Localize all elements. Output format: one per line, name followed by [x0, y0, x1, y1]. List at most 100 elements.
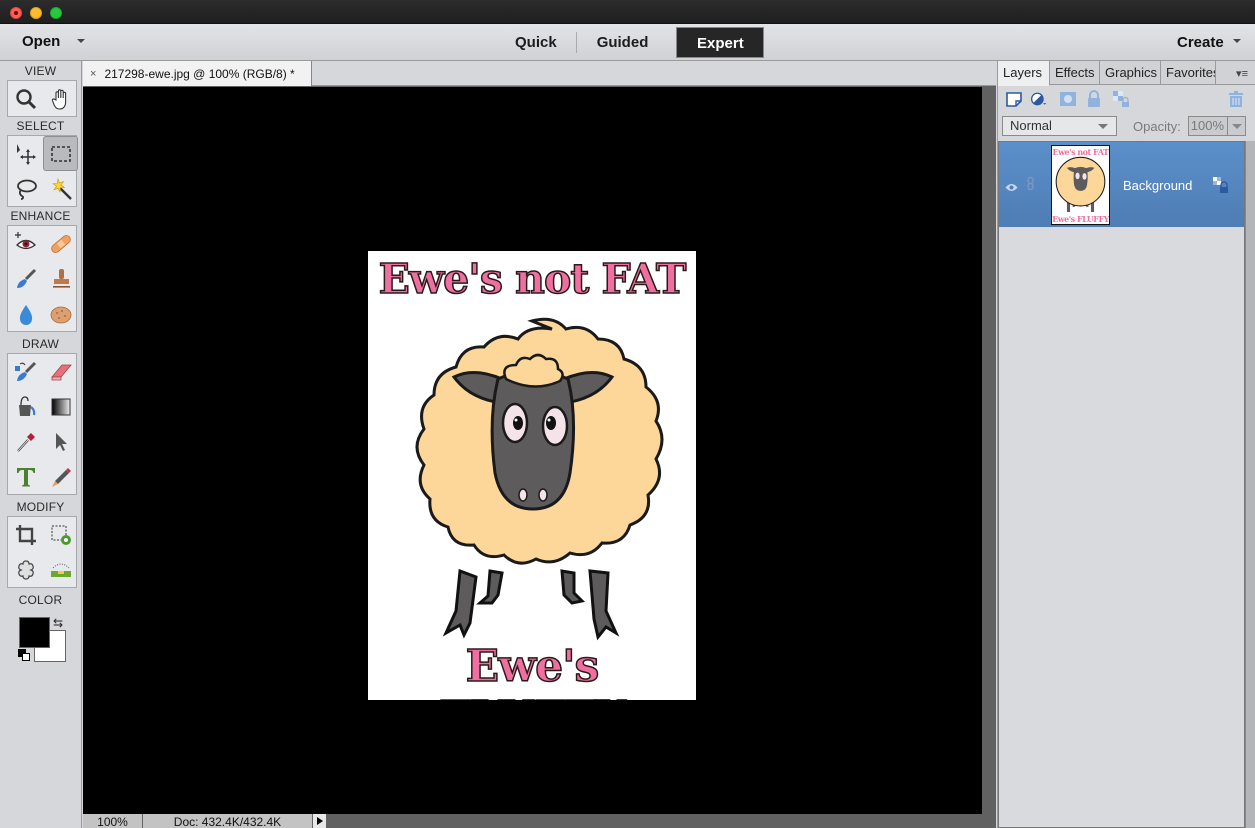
blend-mode-select[interactable]: Normal	[1002, 116, 1117, 136]
thumbnail-bottom-text: Ewe's FLUFFY	[1052, 214, 1109, 224]
sponge-tool[interactable]	[43, 296, 78, 331]
foreground-color-swatch[interactable]	[19, 617, 50, 648]
marquee-icon	[50, 145, 71, 162]
app-bar: Open Quick Guided Expert Create	[0, 24, 1255, 61]
magic-wand-tool[interactable]	[43, 171, 78, 206]
document-area: × 217298-ewe.jpg @ 100% (RGB/8) * Ewe's …	[83, 61, 996, 828]
zoom-window-button[interactable]	[50, 7, 62, 19]
brush-icon	[14, 361, 36, 381]
rectangular-marquee-tool[interactable]	[43, 136, 78, 171]
close-tab-icon[interactable]: ×	[90, 68, 96, 80]
close-window-button[interactable]	[10, 7, 22, 19]
crop-tool[interactable]	[8, 517, 43, 552]
mode-quick[interactable]: Quick	[495, 27, 577, 58]
swap-colors-icon[interactable]: ⇆	[53, 616, 63, 630]
opacity-input[interactable]: 100%	[1188, 116, 1228, 136]
tool-group-draw	[7, 353, 77, 495]
red-eye-tool[interactable]	[8, 226, 43, 261]
lock-icon	[1088, 90, 1100, 107]
recompose-icon	[51, 525, 71, 545]
visibility-eye-icon[interactable]	[1005, 179, 1018, 191]
straighten-tool[interactable]	[43, 552, 78, 587]
tab-favorites[interactable]: Favorites	[1161, 61, 1216, 85]
canvas[interactable]: Ewe's not FAT Ewe's FLUFFY	[83, 87, 982, 814]
lasso-tool[interactable]	[8, 171, 43, 206]
delete-layer-button[interactable]	[1227, 90, 1245, 108]
link-icon[interactable]	[1027, 176, 1034, 191]
arrow-cursor-icon	[55, 432, 67, 451]
lock-transparency-icon	[1113, 91, 1129, 107]
section-title-view: VIEW	[24, 64, 57, 78]
healing-brush-tool[interactable]	[43, 226, 78, 261]
pencil-icon	[51, 467, 71, 487]
move-tool[interactable]	[8, 136, 43, 171]
magnifier-icon	[15, 88, 36, 109]
status-menu-arrow-icon[interactable]	[312, 814, 326, 828]
panel-menu-icon[interactable]: ▾≡	[1236, 67, 1248, 80]
toolbox: VIEW SELECT ENHANCE DRAW MODIFY COLOR ⇆	[0, 61, 82, 828]
section-title-enhance: ENHANCE	[10, 209, 71, 223]
create-dropdown-caret-icon[interactable]	[1233, 39, 1241, 43]
content-aware-move-tool[interactable]	[8, 552, 43, 587]
tab-effects[interactable]: Effects	[1050, 61, 1100, 85]
new-layer-button[interactable]	[1005, 90, 1023, 108]
pencil-tool[interactable]	[43, 459, 78, 494]
adjustment-layer-button[interactable]	[1030, 90, 1052, 108]
recompose-tool[interactable]	[43, 517, 78, 552]
tool-group-select	[7, 135, 78, 207]
custom-shape-tool[interactable]	[43, 424, 78, 459]
type-tool[interactable]	[8, 459, 43, 494]
lasso-icon	[16, 179, 37, 200]
section-title-select: SELECT	[16, 119, 65, 133]
tab-layers[interactable]: Layers	[998, 61, 1050, 86]
sheep-illustration	[415, 317, 664, 641]
panel-scrollbar[interactable]	[1245, 141, 1255, 828]
eyedropper-tool[interactable]	[8, 424, 43, 459]
gradient-icon	[51, 398, 70, 415]
eyedropper-icon	[16, 432, 35, 452]
sheep-legs	[442, 568, 620, 641]
gradient-tool[interactable]	[43, 389, 78, 424]
clone-stamp-tool[interactable]	[43, 261, 78, 296]
tool-group-enhance	[7, 225, 77, 332]
section-title-modify: MODIFY	[16, 500, 65, 514]
mode-expert[interactable]: Expert	[676, 27, 765, 58]
vertical-scrollbar[interactable]	[982, 87, 996, 814]
document-tab-title: 217298-ewe.jpg @ 100% (RGB/8) *	[104, 66, 295, 81]
new-layer-icon	[1006, 92, 1022, 107]
create-button[interactable]: Create	[1177, 34, 1224, 51]
mode-guided[interactable]: Guided	[577, 27, 669, 58]
blur-tool[interactable]	[8, 296, 43, 331]
tab-graphics[interactable]: Graphics	[1100, 61, 1161, 85]
magic-wand-icon	[51, 177, 72, 200]
artwork-top-text: Ewe's not FAT	[378, 254, 687, 304]
brush-tool[interactable]	[8, 354, 43, 389]
layer-row[interactable]: Ewe's not FAT Ewe's FLUFFY Background	[999, 142, 1244, 227]
tool-group-view	[7, 80, 77, 117]
smart-brush-tool[interactable]	[8, 261, 43, 296]
level-icon	[50, 563, 71, 577]
layer-mask-button[interactable]	[1059, 90, 1077, 108]
opacity-dropdown-button[interactable]	[1228, 116, 1246, 136]
artwork-bottom-text: Ewe's FLUFFY	[438, 640, 627, 700]
zoom-tool[interactable]	[8, 81, 43, 116]
open-button[interactable]: Open	[22, 33, 60, 50]
eraser-tool[interactable]	[43, 354, 78, 389]
water-drop-icon	[19, 304, 32, 325]
layer-name[interactable]: Background	[1123, 178, 1192, 193]
sponge-icon	[50, 306, 71, 323]
hand-tool[interactable]	[43, 81, 78, 116]
layer-toolbar	[998, 86, 1255, 112]
hand-icon	[51, 88, 66, 110]
minimize-window-button[interactable]	[30, 7, 42, 19]
document-tab-bar: × 217298-ewe.jpg @ 100% (RGB/8) *	[83, 61, 996, 86]
lock-transparent-button[interactable]	[1112, 90, 1130, 108]
lock-all-button[interactable]	[1085, 90, 1103, 108]
app-window: Open Quick Guided Expert Create VIEW SEL…	[0, 0, 1255, 828]
mode-switcher: Quick Guided Expert	[495, 27, 765, 58]
default-colors-icon[interactable]	[18, 649, 32, 663]
paint-bucket-tool[interactable]	[8, 389, 43, 424]
open-dropdown-caret-icon[interactable]	[77, 39, 85, 43]
zoom-level-field[interactable]: 100%	[83, 814, 143, 828]
document-tab[interactable]: × 217298-ewe.jpg @ 100% (RGB/8) *	[83, 61, 312, 86]
